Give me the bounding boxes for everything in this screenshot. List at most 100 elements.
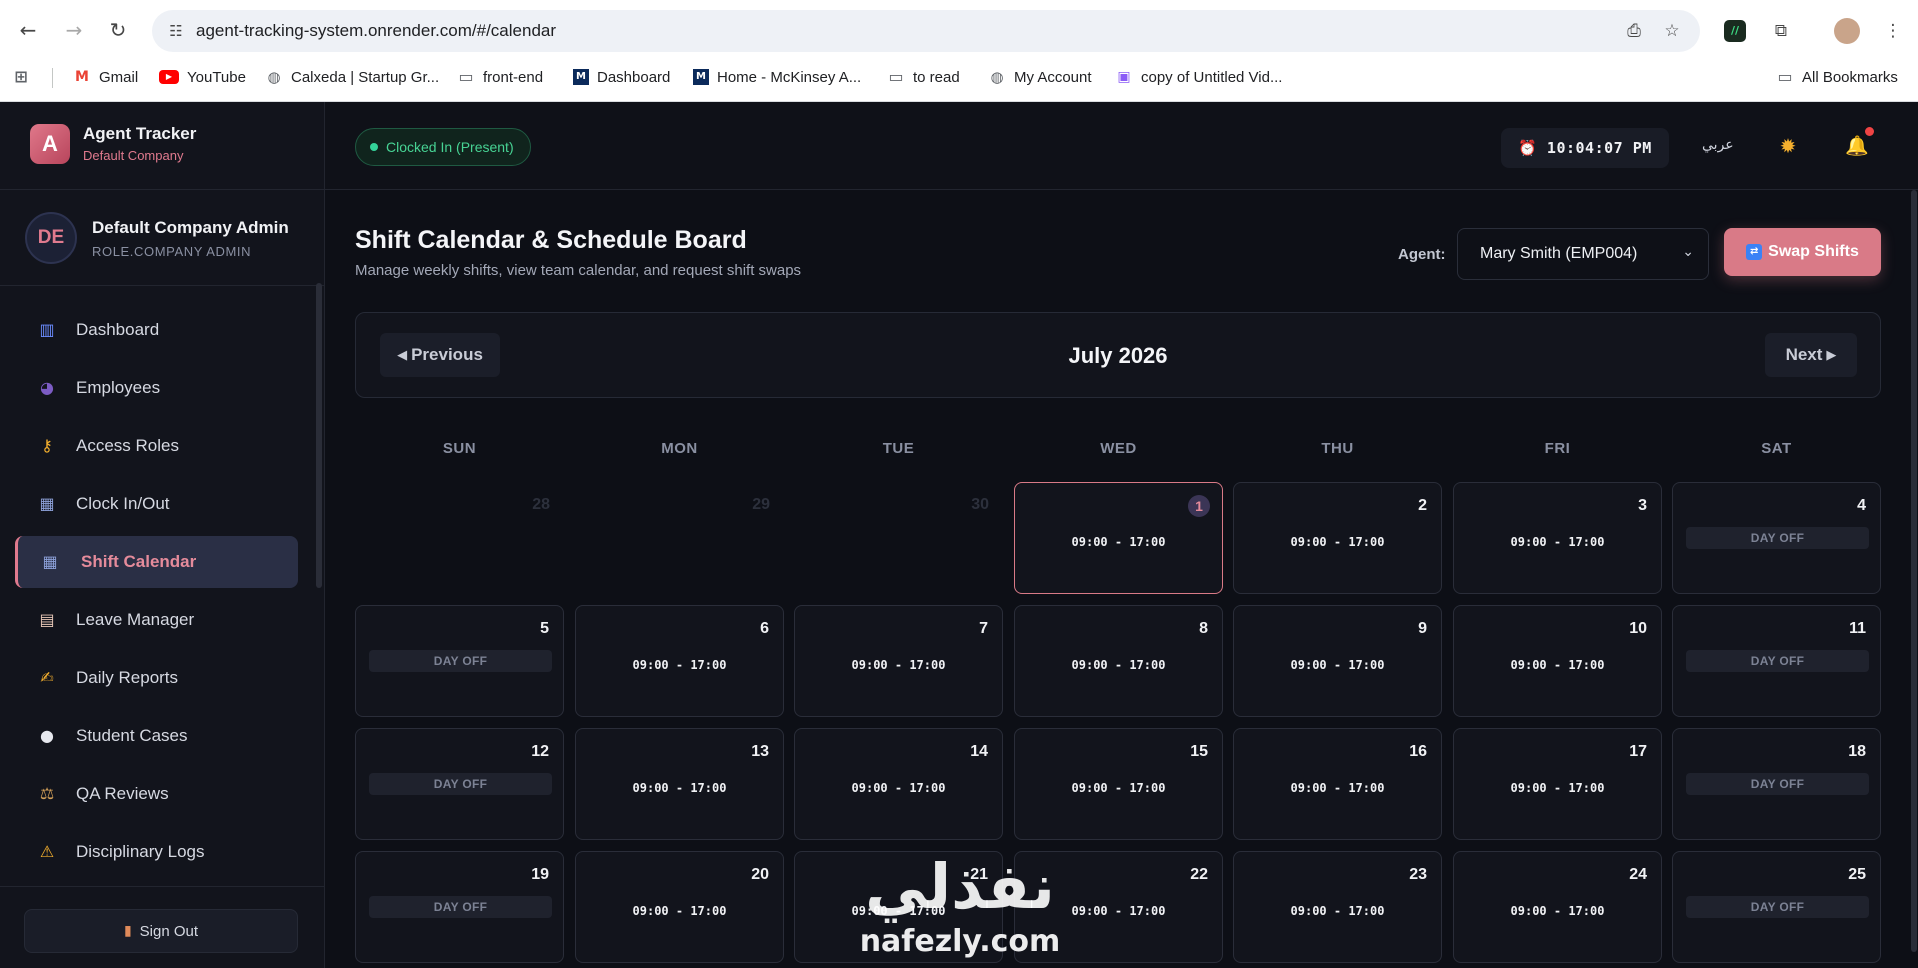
calendar-day[interactable]: 14 09:00 - 17:00 bbox=[794, 728, 1003, 840]
day-off-badge: DAY OFF bbox=[1686, 896, 1869, 918]
calendar-day[interactable]: 23 09:00 - 17:00 bbox=[1233, 851, 1442, 963]
status-dot-icon bbox=[370, 143, 378, 151]
extension-icon[interactable]: // bbox=[1724, 20, 1746, 42]
sidebar-item-label: Clock In/Out bbox=[76, 494, 170, 513]
bookmark-youtube[interactable]: ▶ YouTube bbox=[159, 62, 246, 92]
calendar-day[interactable]: 18 DAY OFF bbox=[1672, 728, 1881, 840]
bookmark-front-end[interactable]: ▭ front-end bbox=[457, 62, 543, 92]
bookmark-mckinsey[interactable]: M Home - McKinsey A... bbox=[693, 62, 861, 92]
main-scrollbar[interactable] bbox=[1911, 190, 1917, 952]
reload-icon[interactable]: ↻ bbox=[104, 16, 132, 44]
apps-grid-icon[interactable]: ⊞ bbox=[12, 62, 30, 92]
browser-menu-icon[interactable]: ⋮ bbox=[1880, 18, 1906, 44]
sidebar-item-employees[interactable]: ◕ Employees bbox=[15, 362, 298, 414]
status-text: Clocked In (Present) bbox=[386, 139, 514, 155]
swap-shifts-button[interactable]: ⇄ Swap Shifts bbox=[1724, 228, 1881, 276]
bookmark-video[interactable]: ▣ copy of Untitled Vid... bbox=[1115, 62, 1282, 92]
sidebar-item-dashboard[interactable]: ▥ Dashboard bbox=[15, 304, 298, 356]
next-button[interactable]: Next ▶ bbox=[1765, 333, 1857, 377]
calendar-day[interactable]: 24 09:00 - 17:00 bbox=[1453, 851, 1662, 963]
bookmark-label: My Account bbox=[1014, 68, 1092, 86]
sidebar-scrollbar[interactable] bbox=[316, 283, 322, 588]
bookmark-gmail[interactable]: M Gmail bbox=[73, 62, 138, 92]
calendar-day[interactable]: 2 09:00 - 17:00 bbox=[1233, 482, 1442, 594]
sidebar-item-access-roles[interactable]: ⚷ Access Roles bbox=[15, 420, 298, 472]
bookmark-dashboard[interactable]: M Dashboard bbox=[573, 62, 670, 92]
shift-time: 09:00 - 17:00 bbox=[1071, 658, 1166, 672]
day-off-badge: DAY OFF bbox=[1686, 773, 1869, 795]
calendar-day[interactable]: 10 09:00 - 17:00 bbox=[1453, 605, 1662, 717]
site-info-icon[interactable]: ☷ bbox=[166, 21, 186, 41]
calendar-day[interactable]: 5 DAY OFF bbox=[355, 605, 564, 717]
bookmark-label: to read bbox=[913, 68, 960, 86]
calendar-day[interactable]: 11 DAY OFF bbox=[1672, 605, 1881, 717]
language-toggle[interactable]: عربي bbox=[1702, 136, 1734, 153]
calendar-day[interactable]: 12 DAY OFF bbox=[355, 728, 564, 840]
calendar-day[interactable]: 3 09:00 - 17:00 bbox=[1453, 482, 1662, 594]
calendar-day[interactable]: 6 09:00 - 17:00 bbox=[575, 605, 784, 717]
install-app-icon[interactable]: ⎙ bbox=[1622, 19, 1646, 43]
sidebar-item-label: Leave Manager bbox=[76, 610, 195, 629]
bookmark-star-icon[interactable]: ☆ bbox=[1660, 19, 1684, 43]
all-bookmarks[interactable]: ▭ All Bookmarks bbox=[1776, 62, 1898, 92]
weekday-label: SAT bbox=[1761, 440, 1792, 457]
calendar-icon: ▦ bbox=[42, 552, 58, 571]
agent-select[interactable]: Mary Smith (EMP004) ⌄ bbox=[1457, 228, 1709, 280]
calendar-day-today[interactable]: 1 09:00 - 17:00 bbox=[1014, 482, 1223, 594]
swap-icon: ⇄ bbox=[1746, 244, 1763, 260]
calendar-day[interactable]: 7 09:00 - 17:00 bbox=[794, 605, 1003, 717]
profile-avatar[interactable] bbox=[1834, 18, 1860, 44]
shift-time: 09:00 - 17:00 bbox=[1510, 781, 1605, 795]
calendar-day[interactable]: 17 09:00 - 17:00 bbox=[1453, 728, 1662, 840]
sign-out-button[interactable]: ▮ Sign Out bbox=[24, 909, 298, 953]
calendar-day[interactable]: 8 09:00 - 17:00 bbox=[1014, 605, 1223, 717]
address-url[interactable]: agent-tracking-system.onrender.com/#/cal… bbox=[196, 21, 556, 41]
bookmark-to-read[interactable]: ▭ to read bbox=[887, 62, 960, 92]
day-number: 1 bbox=[1188, 495, 1210, 517]
calendar-day[interactable]: 21 09:00 - 17:00 bbox=[794, 851, 1003, 963]
calendar-day[interactable]: 25 DAY OFF bbox=[1672, 851, 1881, 963]
day-number: 10 bbox=[1629, 620, 1647, 637]
live-clock: ⏰ 10:04:07 PM bbox=[1501, 128, 1669, 168]
calendar-day[interactable]: 4 DAY OFF bbox=[1672, 482, 1881, 594]
calendar-day[interactable]: 9 09:00 - 17:00 bbox=[1233, 605, 1442, 717]
day-number: 23 bbox=[1409, 866, 1427, 883]
calendar-day[interactable]: 16 09:00 - 17:00 bbox=[1233, 728, 1442, 840]
mckinsey-icon: M bbox=[573, 69, 589, 85]
weekday-label: SUN bbox=[442, 440, 477, 457]
address-bar[interactable]: ☷ agent-tracking-system.onrender.com/#/c… bbox=[152, 10, 1700, 52]
day-number: 20 bbox=[751, 866, 769, 883]
sidebar-item-student-cases[interactable]: ● Student Cases bbox=[15, 710, 298, 762]
calendar-day[interactable]: 19 DAY OFF bbox=[355, 851, 564, 963]
calendar-day[interactable]: 15 09:00 - 17:00 bbox=[1014, 728, 1223, 840]
sun-icon[interactable]: ✹ bbox=[1776, 134, 1800, 158]
calendar-day[interactable]: 22 09:00 - 17:00 bbox=[1014, 851, 1223, 963]
users-icon: ◕ bbox=[40, 378, 54, 397]
sidebar-item-shift-calendar[interactable]: ▦ Shift Calendar bbox=[15, 536, 298, 588]
sidebar-item-leave-manager[interactable]: ▤ Leave Manager bbox=[15, 594, 298, 646]
sidebar-item-clock-in-out[interactable]: ▦ Clock In/Out bbox=[15, 478, 298, 530]
sidebar-item-label: Disciplinary Logs bbox=[76, 842, 205, 861]
all-bookmarks-label: All Bookmarks bbox=[1802, 68, 1898, 86]
month-navigator: ◀ Previous July 2026 Next ▶ bbox=[355, 312, 1881, 398]
key-icon: ⚷ bbox=[41, 436, 53, 455]
swap-shifts-label: Swap Shifts bbox=[1768, 243, 1859, 260]
calendar-day[interactable]: 20 09:00 - 17:00 bbox=[575, 851, 784, 963]
sidebar-item-disciplinary-logs[interactable]: ⚠ Disciplinary Logs bbox=[15, 826, 298, 878]
sidebar-item-label: Dashboard bbox=[76, 320, 160, 339]
shift-time: 09:00 - 17:00 bbox=[1290, 904, 1385, 918]
back-icon[interactable]: ← bbox=[14, 16, 42, 44]
day-off-badge: DAY OFF bbox=[1686, 650, 1869, 672]
day-number: 15 bbox=[1190, 743, 1208, 760]
extensions-puzzle-icon[interactable]: ⧉ bbox=[1768, 18, 1794, 44]
sidebar-item-daily-reports[interactable]: ✍ Daily Reports bbox=[15, 652, 298, 704]
app: A Agent Tracker Default Company DE Defau… bbox=[0, 102, 1918, 968]
clock-time: 10:04:07 PM bbox=[1546, 139, 1652, 157]
calendar-day[interactable]: 13 09:00 - 17:00 bbox=[575, 728, 784, 840]
bell-icon[interactable]: 🔔 bbox=[1845, 134, 1869, 158]
bookmark-my-account[interactable]: ◍ My Account bbox=[988, 62, 1092, 92]
sidebar-item-qa-reviews[interactable]: ⚖ QA Reviews bbox=[15, 768, 298, 820]
forward-icon[interactable]: → bbox=[60, 16, 88, 44]
bookmark-calxeda[interactable]: ◍ Calxeda | Startup Gr... bbox=[265, 62, 439, 92]
calendar-icon: ▦ bbox=[39, 494, 55, 513]
